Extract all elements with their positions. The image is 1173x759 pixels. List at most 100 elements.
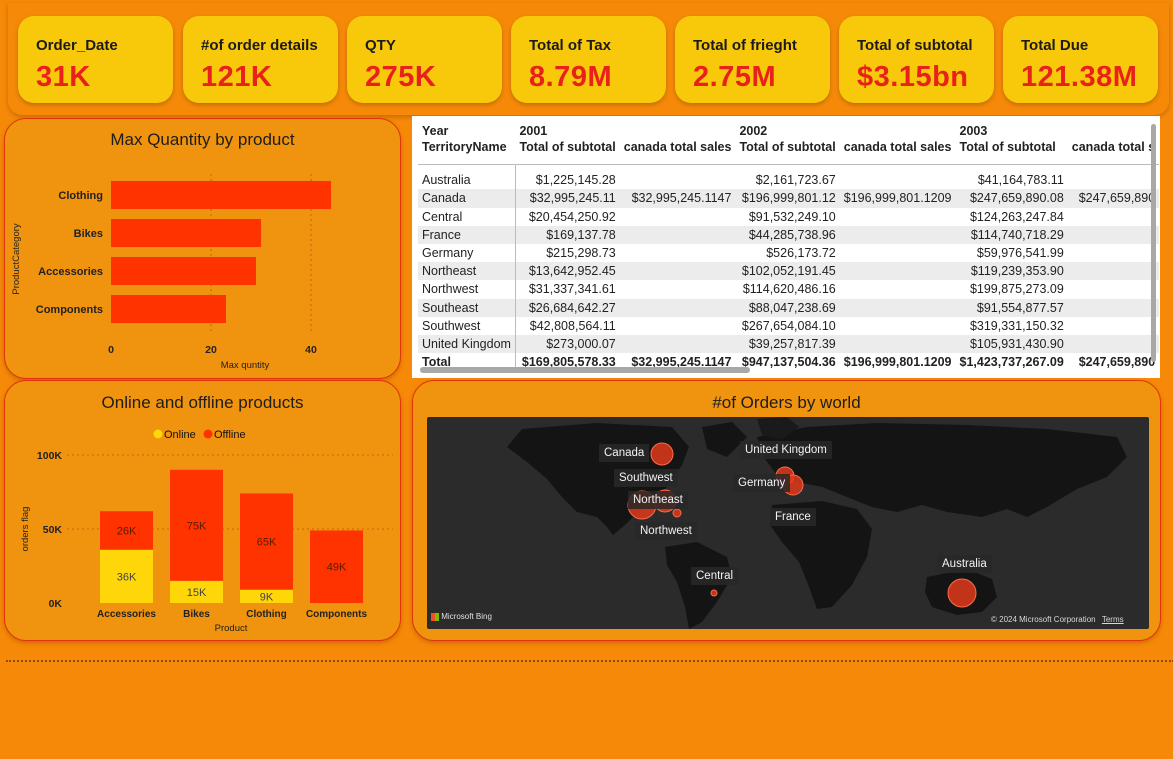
kpi-card-qty[interactable]: QTY 275K [347,16,502,103]
kpi-card-tax[interactable]: Total of Tax 8.79M [511,16,666,103]
table-row[interactable]: Southwest $42,808,564.11 $267,654,084.10 $3… [418,316,1159,335]
bar-bikes[interactable] [111,219,261,247]
value-cell [620,208,736,226]
kpi-value: 31K [36,61,91,93]
year-header-row: Year 2001 2002 2003 [418,122,1159,140]
value-cell: $526,173.72 [766,246,836,261]
order-bubble[interactable] [650,442,674,466]
territory-cell: Southwest [422,318,481,333]
table-row[interactable]: Southeast $26,684,642.27 $88,047,238.69 $91… [418,298,1160,317]
online-offline-panel[interactable]: Online and offline products Online Offli… [4,380,401,641]
kpi-label: Total of Tax [529,37,611,54]
microsoft-logo-icon [431,612,439,621]
map-label-canada: Canada [599,444,650,462]
kpi-value: 121.38M [1021,61,1138,93]
category-label: Components [306,609,368,620]
value-cell: $20,454,250.92 [514,207,620,226]
territory-cell: Southeast [422,300,479,315]
map-copyright: © 2024 Microsoft Corporation Terms [991,615,1124,624]
value-cell: $42,808,564.11 [514,316,620,335]
year-header[interactable]: 2003 [956,122,1160,140]
map-label-united-kingdom: United Kingdom [740,441,832,459]
value-cell [620,280,736,298]
column-header[interactable]: Total of subtotal [956,140,1068,165]
bar-components[interactable] [111,295,226,323]
value-cell [1068,262,1159,280]
column-header[interactable]: canada total s [1068,140,1159,165]
kpi-card-order-details[interactable]: #of order details 121K [183,16,338,103]
territory-sales-matrix[interactable]: Year 2001 2002 2003 TerritoryName Total … [412,116,1160,378]
value-cell: $119,239,353.90 [970,264,1064,279]
map-label-france: France [770,508,816,526]
value-cell [1068,226,1159,244]
value-cell [840,244,956,262]
kpi-label: #of order details [201,37,318,54]
value-cell [620,244,736,262]
column-header[interactable]: Total of subtotal [515,140,619,165]
table-row[interactable]: Canada $32,995,245.11 $32,995,245.1147 $196… [418,189,1160,208]
order-bubble[interactable] [710,589,718,597]
bing-brand-text: Microsoft Bing [441,612,492,621]
value-cell [620,335,736,353]
kpi-label: Total of subtotal [857,37,973,54]
kpi-card-total-due[interactable]: Total Due 121.38M [1003,16,1158,103]
kpi-label: Total Due [1021,37,1089,54]
value-cell [840,299,956,317]
column-header[interactable]: canada total sales [840,140,956,165]
column-header[interactable]: canada total sales [620,140,736,165]
chart-legend[interactable]: Online Offline [153,429,246,441]
territory-header[interactable]: TerritoryName [418,140,515,165]
value-cell: $91,554,877.57 [976,300,1064,315]
table-row[interactable]: Northwest $31,337,341.61 $114,620,486.16 $1… [418,280,1159,299]
total-cell: $196,999,801.1209 [843,355,952,370]
kpi-card-order-date[interactable]: Order_Date 31K [18,16,173,103]
bing-logo: Microsoft Bing [431,612,492,621]
bar-clothing[interactable] [111,181,331,209]
kpi-label: QTY [365,37,396,54]
kpi-value: 2.75M [693,61,777,93]
map-label-northeast: Northeast [628,491,688,509]
data-label-online: 9K [260,591,274,603]
x-axis-label: Max quntity [221,360,270,371]
world-map[interactable]: Canada Southwest Northeast Northwest Uni… [427,417,1149,629]
kpi-card-subtotal[interactable]: Total of subtotal $3.15bn [839,16,994,103]
value-cell [840,317,956,335]
value-cell: $196,999,801.1209 [843,191,952,206]
value-cell [620,299,736,317]
orders-map-panel[interactable]: #of Orders by world Canada Southwest Nor… [412,380,1161,641]
table-row[interactable]: France $169,137.78 $44,285,738.96 $114,740,… [418,225,1160,244]
value-cell: $2,161,723.67 [755,173,836,188]
category-label: Clothing [58,190,103,202]
max-quantity-panel[interactable]: Max Quantity by product Clothing Bikes Acc… [4,118,401,379]
table-row[interactable]: Germany $215,298.73 $526,173.72 $59,976,541… [418,243,1159,263]
copyright-text: © 2024 Microsoft Corporation [991,615,1096,624]
legend-online-label: Online [164,429,196,441]
table-row[interactable]: Northeast $13,642,952.45 $102,052,191.45 $1… [418,262,1160,281]
order-bubble[interactable] [947,578,977,608]
year-header[interactable]: 2002 [735,122,955,140]
value-cell [840,165,956,190]
kpi-label: Total of frieght [693,37,797,54]
value-cell: $102,052,191.45 [741,264,836,279]
kpi-card-freight[interactable]: Total of frieght 2.75M [675,16,830,103]
value-cell [1068,299,1159,317]
table-row[interactable]: United Kingdom $273,000.07 $39,257,817.39 $… [418,334,1160,354]
table-row[interactable]: Australia $1,225,145.28 $2,161,723.67 $41,1… [418,164,1159,190]
order-bubble[interactable] [672,508,682,518]
y-axis-label: orders flag [20,507,31,552]
online-offline-chart: Online Offline 36K 26K 15K 75K 9K 65K 49K Acce… [20,429,393,634]
bar-accessories[interactable] [111,257,256,285]
x-tick-label: 40 [305,344,317,356]
year-header[interactable]: 2001 [515,122,735,140]
horizontal-scrollbar[interactable] [420,367,750,373]
territory-cell: Northeast [422,264,477,279]
kpi-label: Order_Date [36,37,118,54]
terms-link[interactable]: Terms [1102,615,1124,624]
kpi-value: 275K [365,61,437,93]
value-cell [840,280,956,298]
value-cell: $31,337,341.61 [514,280,620,299]
vertical-scrollbar[interactable] [1151,124,1156,362]
column-header[interactable]: Total of subtotal [735,140,839,165]
map-label-central: Central [691,567,739,585]
table-row[interactable]: Central $20,454,250.92 $91,532,249.10 $124,… [418,207,1159,226]
